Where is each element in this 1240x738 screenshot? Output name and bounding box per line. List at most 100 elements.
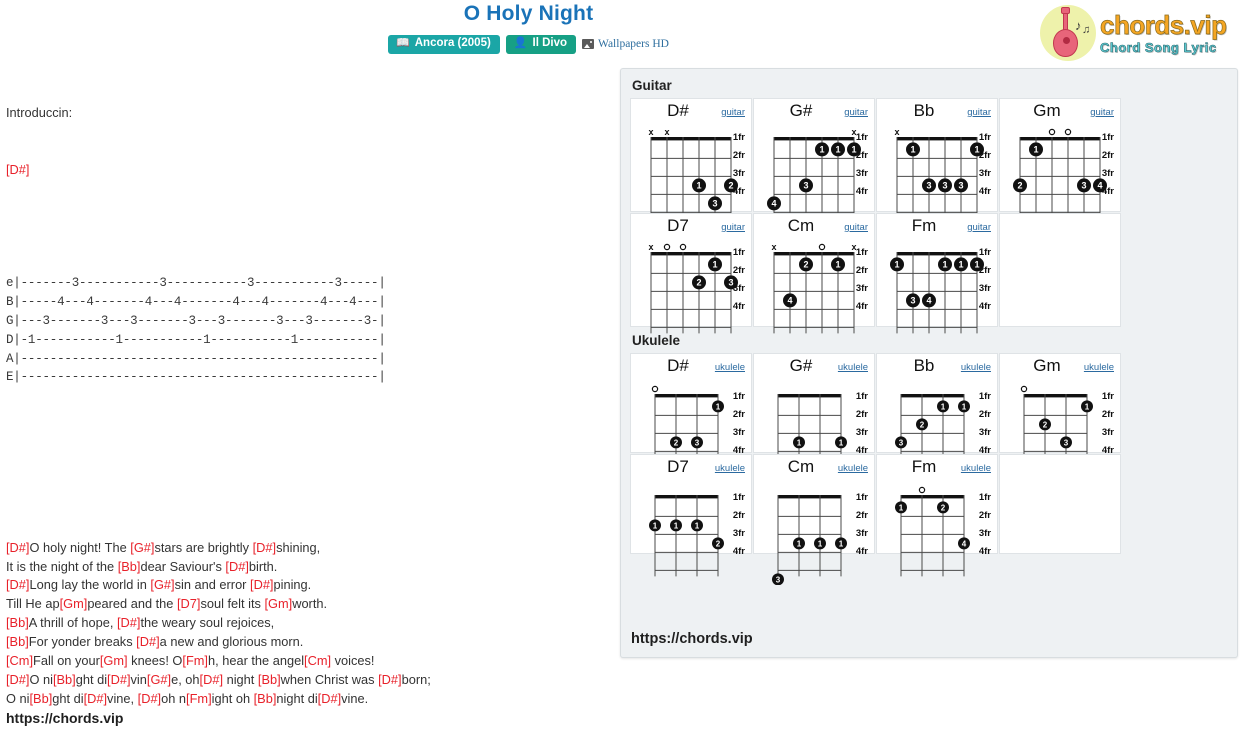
chord-card-Fm[interactable]: Fm guitar 1 1 1 1 3 4 1fr 2fr 3fr 4fr <box>876 213 998 334</box>
site-logo[interactable]: ♪ ♫ chords.vip Chord Song Lyric <box>1040 4 1236 62</box>
chord-card-Gsharp[interactable]: G#ukulele11231fr2fr3fr4fr <box>753 353 875 484</box>
instrument-link[interactable]: ukulele <box>838 463 868 474</box>
fret-label-column: 1fr 2fr 3fr 4fr <box>856 244 868 316</box>
chord-diagram: 1 2 4 <box>891 483 976 585</box>
page-title: O Holy Night <box>463 2 594 25</box>
instrument-link[interactable]: ukulele <box>715 463 745 474</box>
svg-text:x: x <box>664 127 669 137</box>
chord-card-Cm[interactable]: Cm guitar x x 2 1 4 1fr 2fr 3fr 4fr <box>753 213 875 334</box>
svg-text:1: 1 <box>910 145 915 155</box>
instrument-link[interactable]: guitar <box>1090 107 1114 118</box>
intro-label: Introduccin: <box>6 104 73 120</box>
lyric-text: vin <box>130 671 147 687</box>
music-note-icon-2: ♫ <box>1082 24 1091 36</box>
lyric-text: h, hear the angel <box>207 653 305 669</box>
svg-text:1: 1 <box>712 260 717 270</box>
chord-card-Bb[interactable]: Bb ukulele 1 1 2 3 1fr 2fr 3fr 4fr <box>876 353 998 476</box>
instrument-link[interactable]: ukulele <box>715 362 745 373</box>
artist-badge-label: Il Divo <box>532 37 568 49</box>
svg-text:1: 1 <box>1033 145 1038 155</box>
chord-card-D7[interactable]: D7 guitar x 1 2 3 1fr 2fr 3fr 4fr <box>630 213 752 334</box>
svg-text:1: 1 <box>835 145 840 155</box>
chord-card-Gsharp[interactable]: G# guitar x 1 1 1 3 4 1fr 2fr 3fr 4fr <box>753 98 875 219</box>
page-root: O Holy Night 📖 Ancora (2005) 👤 Il Divo W… <box>0 0 1240 738</box>
instrument-link[interactable]: guitar <box>844 107 868 118</box>
svg-text:1: 1 <box>839 540 844 549</box>
lyric-text: night <box>223 671 258 687</box>
fret-label: 1fr <box>732 247 745 258</box>
fret-label: 4fr <box>855 546 868 557</box>
fret-label: 3fr <box>978 427 991 438</box>
fret-label: 1fr <box>855 132 868 143</box>
album-badge[interactable]: 📖 Ancora (2005) <box>388 35 500 54</box>
instrument-link[interactable]: guitar <box>721 222 745 233</box>
panel-site-url[interactable]: https://chords.vip <box>631 631 753 647</box>
artist-badge[interactable]: 👤 Il Divo <box>505 35 577 54</box>
chord-token: [D#] <box>6 539 30 555</box>
chord-card-Dsharp[interactable]: D#guitarxx12341fr2fr3fr4fr <box>630 98 752 227</box>
chord-card-Bb[interactable]: Bb guitar x 1 1 3 3 3 1fr 2fr 3fr 4fr <box>876 98 998 219</box>
lyric-text: vine. <box>341 690 369 706</box>
chord-card-Fm[interactable]: Fm ukulele 1 2 4 1fr 2fr 3fr 4fr <box>876 454 998 577</box>
instrument-link[interactable]: guitar <box>721 107 745 118</box>
intro-chord: [D#] <box>6 161 30 177</box>
fret-label: 1fr <box>732 132 745 143</box>
fret-label: 1fr <box>978 132 991 143</box>
svg-text:1: 1 <box>962 403 967 412</box>
chord-fretboard: 12 3 4 <box>1013 128 1107 219</box>
lyric-text: For yonder breaks <box>28 634 137 650</box>
chord-diagram: 1234 <box>1010 125 1112 227</box>
instrument-link[interactable]: ukulele <box>838 362 868 373</box>
logo-wordmark: chords.vip <box>1100 10 1228 40</box>
svg-text:1: 1 <box>1085 403 1090 412</box>
svg-text:3: 3 <box>1064 439 1069 448</box>
chord-token: [Fm] <box>182 653 208 669</box>
fret-label: 1fr <box>855 492 868 503</box>
fret-label: 3fr <box>978 283 991 294</box>
lyric-text: voices! <box>331 653 375 669</box>
chord-fretboard: 1 1 1 13 4 <box>890 252 984 334</box>
chord-fretboard: x x2 14 <box>771 242 857 334</box>
fret-label: 3fr <box>978 528 991 539</box>
logo-tagline: Chord Song Lyric <box>1100 40 1217 55</box>
chord-token: [D#] <box>199 671 224 687</box>
lyric-text: knees! O <box>127 653 183 669</box>
chord-card-Gm[interactable]: Gm guitar 1 2 3 4 1fr 2fr 3fr 4fr <box>999 98 1121 219</box>
fret-label: 2fr <box>978 510 991 521</box>
chord-fretboard: x1 13 3 3 <box>894 127 984 219</box>
fret-label: 4fr <box>978 186 991 197</box>
fret-label: 2fr <box>732 265 745 276</box>
chord-card-D7[interactable]: D7 ukulele 1 1 1 2 1fr 2fr 3fr 4fr <box>630 454 752 577</box>
chord-token: [Cm] <box>6 653 34 669</box>
chord-fretboard: 1 1 1 3 <box>772 495 847 585</box>
svg-text:2: 2 <box>716 540 721 549</box>
instrument-link[interactable]: guitar <box>967 107 991 118</box>
chord-token: [Gm] <box>99 653 128 669</box>
lyric-text: sin and error <box>174 577 251 593</box>
lyric-text: night di <box>276 690 318 706</box>
site-url-footer[interactable]: https://chords.vip <box>6 710 123 726</box>
fret-label: 3fr <box>855 427 868 438</box>
svg-text:1: 1 <box>696 181 701 191</box>
fret-label-column: 1fr 2fr 3fr 4fr <box>1102 129 1114 201</box>
svg-text:3: 3 <box>1081 181 1086 191</box>
svg-text:1: 1 <box>941 403 946 412</box>
chord-card-Cm[interactable]: Cm ukulele 1 1 1 3 1fr 2fr 3fr 4fr <box>753 454 875 585</box>
instrument-link[interactable]: ukulele <box>1084 362 1114 373</box>
chord-card-Gm[interactable]: Gm ukulele 1 2 3 1fr 2fr 3fr 4fr <box>999 353 1121 476</box>
instrument-link[interactable]: guitar <box>967 222 991 233</box>
fret-label: 3fr <box>1101 427 1114 438</box>
svg-text:x: x <box>771 242 776 252</box>
svg-text:1: 1 <box>674 522 679 531</box>
instrument-link[interactable]: ukulele <box>961 463 991 474</box>
instrument-link[interactable]: guitar <box>844 222 868 233</box>
svg-text:x: x <box>648 242 653 252</box>
chord-row: D#guitarxx12341fr2fr3fr4frG#guitarx11134… <box>630 98 1228 227</box>
fret-label-column: 1fr 2fr 3fr 4fr <box>733 129 745 201</box>
fret-label: 3fr <box>855 528 868 539</box>
chord-diagram: x123 <box>641 240 743 342</box>
instrument-link[interactable]: ukulele <box>961 362 991 373</box>
chord-card-Dsharp[interactable]: D# ukulele 1 2 3 1fr 2fr 3fr 4fr <box>630 353 752 476</box>
wallpapers-link[interactable]: Wallpapers HD <box>582 38 669 50</box>
lyric-text: vine, <box>107 690 138 706</box>
